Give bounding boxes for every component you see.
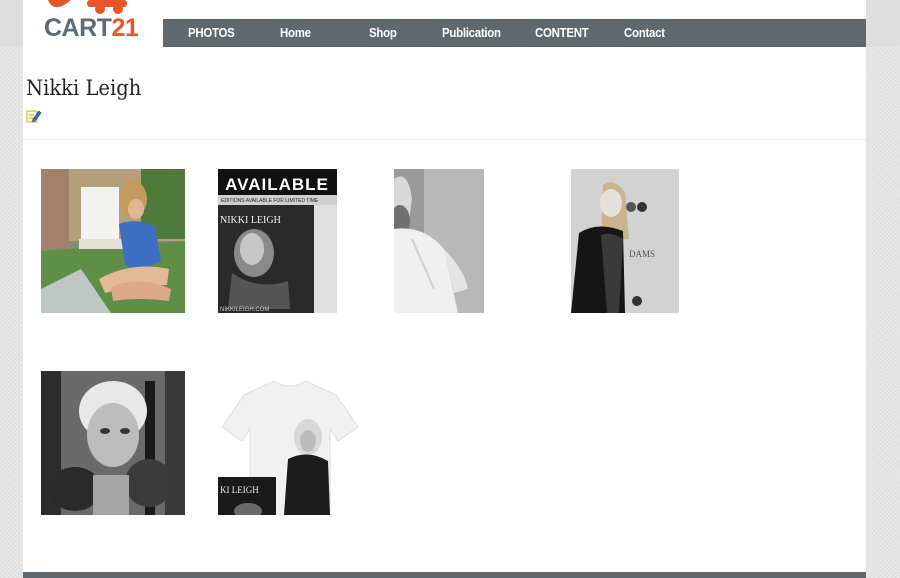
nav-item-home[interactable]: Home: [280, 19, 311, 47]
gallery-item-photo-5[interactable]: [41, 371, 185, 515]
gallery-item-photo-4[interactable]: DAMS: [571, 169, 679, 313]
header-right-margin: [866, 0, 900, 47]
gallery-item-photo-3[interactable]: [394, 169, 484, 313]
logo-wordmark: CART21: [44, 14, 139, 42]
edit-pencil-icon[interactable]: [26, 108, 42, 123]
svg-text:NIKKILEIGH.COM: NIKKILEIGH.COM: [220, 307, 269, 313]
main-navigation: PHOTOS Home Shop Publication CONTENT Con…: [163, 19, 866, 47]
title-divider: [23, 139, 866, 140]
nav-item-content[interactable]: CONTENT: [535, 19, 589, 47]
svg-text:AVAILABLE: AVAILABLE: [225, 175, 329, 194]
nav-item-publication[interactable]: Publication: [442, 19, 501, 47]
photo-event-backdrop-image: DAMS: [571, 169, 679, 313]
nav-item-shop[interactable]: Shop: [369, 19, 397, 47]
svg-text:KI LEIGH: KI LEIGH: [220, 485, 259, 495]
photo-white-shirt-image: [394, 169, 484, 313]
svg-text:EDITIONS AVAILABLE FOR LIMITED: EDITIONS AVAILABLE FOR LIMITED TIME: [221, 198, 319, 204]
content-panel: Nikki Leigh AVAILABLE EDITIONS AVAILABLE…: [23, 47, 866, 572]
svg-text:NIKKI LEIGH: NIKKI LEIGH: [220, 215, 281, 226]
page-title: Nikki Leigh: [26, 76, 142, 100]
site-logo[interactable]: CART21: [40, 0, 140, 44]
photo-boxing-image: [41, 371, 185, 515]
header-left-margin: [0, 0, 23, 47]
photo-available-poster-image: AVAILABLE EDITIONS AVAILABLE FOR LIMITED…: [218, 169, 337, 313]
gallery-item-photo-6[interactable]: KI LEIGH: [218, 371, 362, 515]
gallery-item-photo-2[interactable]: AVAILABLE EDITIONS AVAILABLE FOR LIMITED…: [218, 169, 337, 313]
nav-item-contact[interactable]: Contact: [624, 19, 665, 47]
nav-item-photos[interactable]: PHOTOS: [188, 19, 235, 47]
gallery-item-photo-1[interactable]: [41, 169, 185, 313]
photo-tshirt-image: KI LEIGH: [218, 371, 362, 515]
photo-poolside-image: [41, 169, 185, 313]
svg-text:DAMS: DAMS: [629, 249, 655, 259]
footer-bar: [23, 572, 866, 578]
